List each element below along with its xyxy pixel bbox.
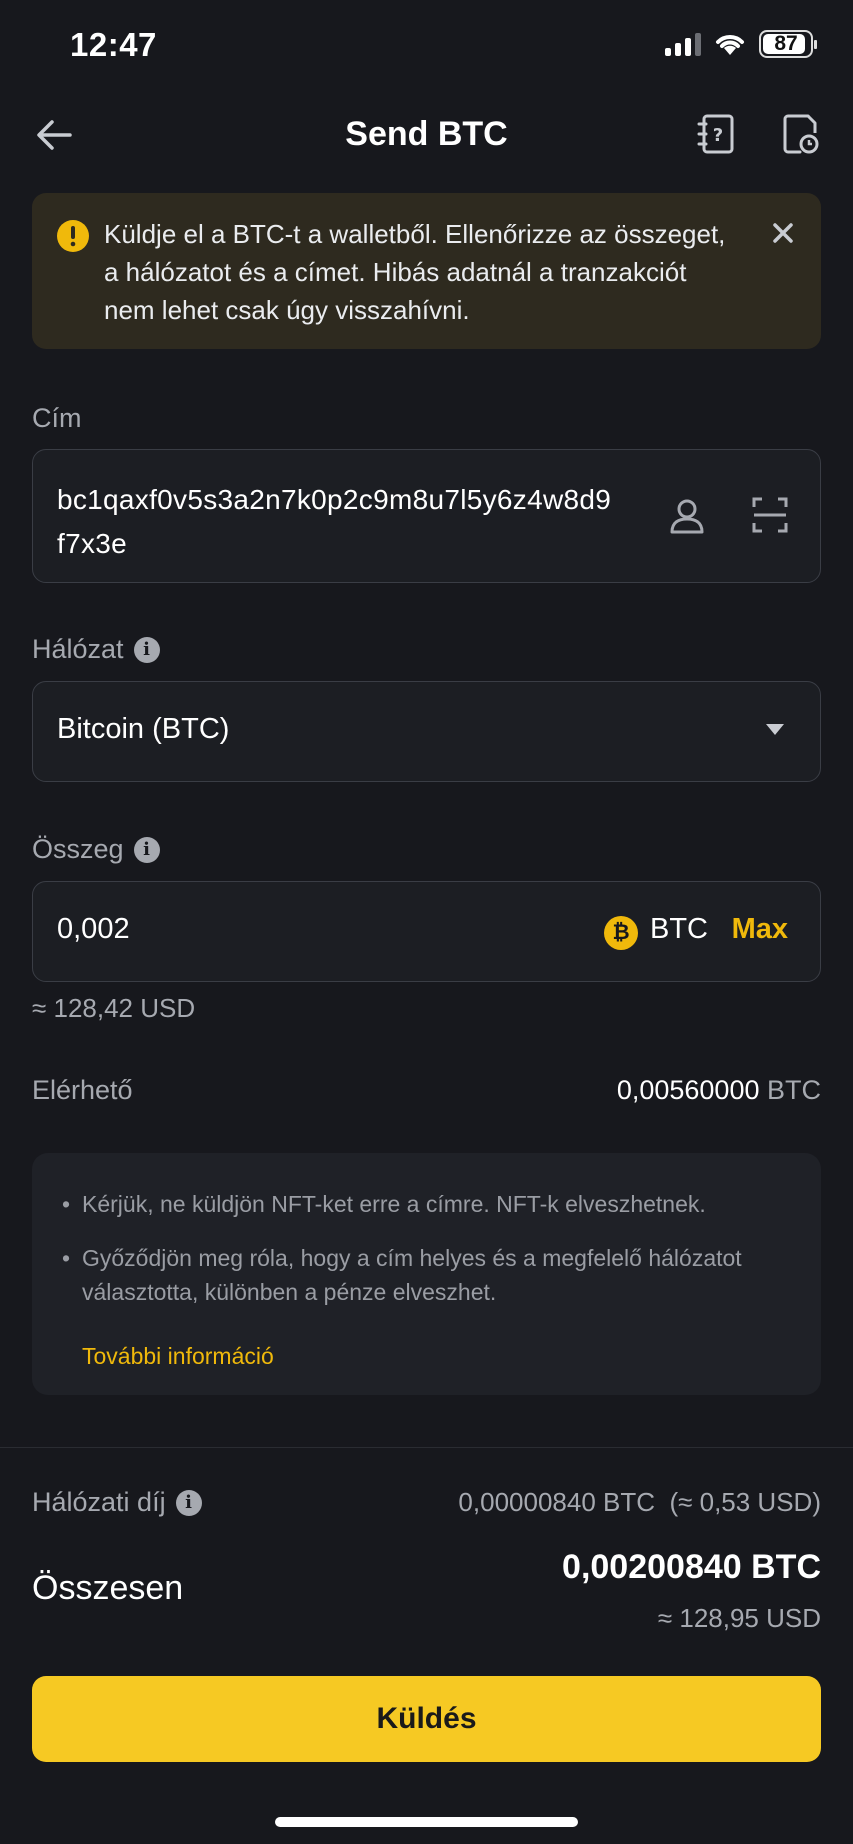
fee-label: Hálózati díj i (32, 1487, 202, 1518)
total-label: Összesen (32, 1569, 184, 1607)
network-label: Hálózat i (32, 634, 160, 665)
address-label: Cím (32, 403, 82, 433)
info-icon[interactable]: i (133, 836, 160, 863)
chevron-down-icon (766, 724, 784, 735)
status-bar: 12:47 87 (0, 0, 853, 90)
max-button[interactable]: Max (732, 913, 788, 946)
battery-level: 87 (774, 32, 798, 55)
svg-text:?: ? (713, 125, 723, 146)
bitcoin-icon: ₿ (604, 916, 638, 950)
notice-item: Győződjön meg róla, hogy a cím helyes és… (62, 1241, 792, 1309)
warning-text: Küldje el a BTC-t a walletből. Ellenőriz… (104, 219, 726, 325)
divider (0, 1447, 853, 1448)
help-book-icon[interactable]: ? (696, 111, 740, 157)
network-select[interactable]: Bitcoin (BTC) (32, 681, 821, 782)
address-input[interactable]: bc1qaxf0v5s3a2n7k0p2c9m8u7l5y6z4w8d9f7x3… (57, 478, 617, 566)
info-icon[interactable]: i (175, 1489, 202, 1516)
amount-field[interactable]: 0,002 ₿ BTC Max (32, 881, 821, 982)
available-value: 0,00560000 BTC (616, 1075, 821, 1105)
status-time: 12:47 (70, 26, 157, 63)
history-icon[interactable] (778, 111, 822, 157)
more-info-link[interactable]: További információ (82, 1343, 274, 1370)
notice-item: Kérjük, ne küldjön NFT-ket erre a címre.… (62, 1187, 792, 1221)
amount-input[interactable]: 0,002 (57, 913, 130, 946)
signal-icon (665, 32, 701, 56)
top-bar: Send BTC ? (0, 95, 853, 175)
amount-usd-approx: ≈ 128,42 USD (32, 993, 196, 1023)
battery-icon: 87 (759, 30, 817, 58)
notice-box: Kérjük, ne küldjön NFT-ket erre a címre.… (32, 1153, 821, 1395)
network-value: Bitcoin (BTC) (57, 713, 230, 745)
warning-banner: Küldje el a BTC-t a walletből. Ellenőriz… (32, 193, 821, 349)
status-icons: 87 (665, 30, 817, 58)
amount-unit: BTC (650, 913, 708, 945)
info-icon[interactable]: i (133, 636, 160, 663)
wifi-icon (716, 35, 744, 55)
address-field[interactable]: bc1qaxf0v5s3a2n7k0p2c9m8u7l5y6z4w8d9f7x3… (32, 449, 821, 583)
close-icon[interactable] (767, 217, 799, 249)
total-usd-approx: ≈ 128,95 USD (657, 1603, 821, 1633)
fee-value: 0,00000840 BTC (≈ 0,53 USD) (458, 1487, 821, 1517)
total-value: 0,00200840 BTC (562, 1548, 821, 1586)
available-label: Elérhető (32, 1075, 133, 1105)
scan-icon[interactable] (751, 496, 789, 534)
home-indicator (275, 1817, 578, 1827)
send-button[interactable]: Küldés (32, 1676, 821, 1762)
amount-label: Összeg i (32, 834, 160, 865)
warning-icon (57, 220, 89, 252)
contact-icon[interactable] (667, 496, 707, 536)
